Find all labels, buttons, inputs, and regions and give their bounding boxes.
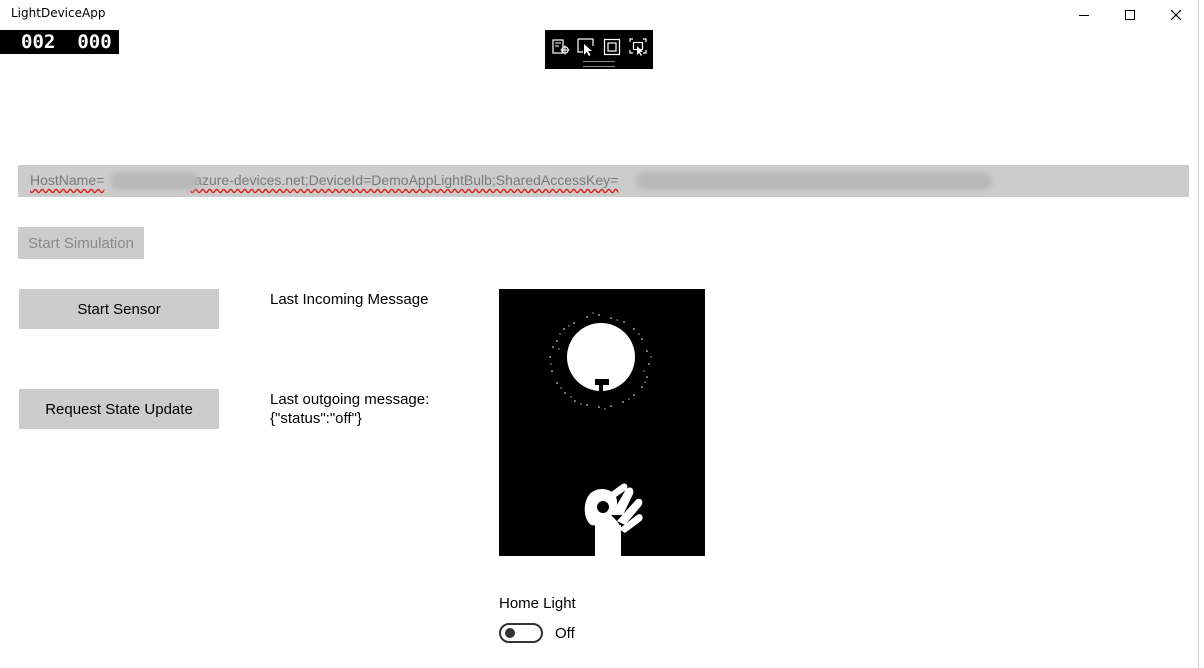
light-preview-image xyxy=(499,289,705,556)
start-simulation-button[interactable]: Start Simulation xyxy=(18,227,144,259)
home-light-label: Home Light xyxy=(499,595,576,612)
start-sensor-button[interactable]: Start Sensor xyxy=(19,289,219,329)
incoming-message-label: Last Incoming Message xyxy=(270,291,429,308)
maximize-icon xyxy=(1125,10,1135,20)
connection-string-input[interactable]: HostName= .azure-devices.net;DeviceId=Dem… xyxy=(18,165,1189,197)
app-window: LightDeviceApp 002 000 HostName= .azure-… xyxy=(0,0,1204,668)
request-state-update-button[interactable]: Request State Update xyxy=(19,389,219,429)
connection-string-part2: .azure-devices.net;DeviceId=DemoAppLight… xyxy=(190,172,619,188)
debug-toolbar xyxy=(545,30,653,69)
minimize-button[interactable] xyxy=(1061,0,1107,30)
toolbar-grip[interactable] xyxy=(583,61,615,67)
display-layout-adorners-icon[interactable] xyxy=(603,38,621,56)
ok-hand xyxy=(584,483,643,556)
close-button[interactable] xyxy=(1153,0,1199,30)
select-element-icon[interactable] xyxy=(577,38,595,56)
track-focused-element-icon[interactable] xyxy=(629,38,647,56)
redaction-blur xyxy=(636,172,992,190)
home-light-state: Off xyxy=(555,625,575,642)
close-icon xyxy=(1170,9,1182,21)
frame-rate-counter: 002 000 xyxy=(0,30,119,54)
window-title: LightDeviceApp xyxy=(11,6,106,20)
home-light-toggle[interactable] xyxy=(499,623,543,643)
maximize-button[interactable] xyxy=(1107,0,1153,30)
outgoing-message-label: Last outgoing message: xyxy=(270,391,430,408)
toggle-knob xyxy=(505,628,515,638)
background-window-edge xyxy=(1198,0,1204,668)
frame-counter-right: 000 xyxy=(77,31,112,53)
minimize-icon xyxy=(1079,15,1089,16)
live-visual-tree-icon[interactable] xyxy=(552,38,570,56)
frame-counter-left: 002 xyxy=(21,31,56,53)
connection-string-part1: HostName= xyxy=(30,172,105,188)
redaction-blur xyxy=(110,172,200,190)
outgoing-message-value: {"status":"off"} xyxy=(270,410,362,427)
